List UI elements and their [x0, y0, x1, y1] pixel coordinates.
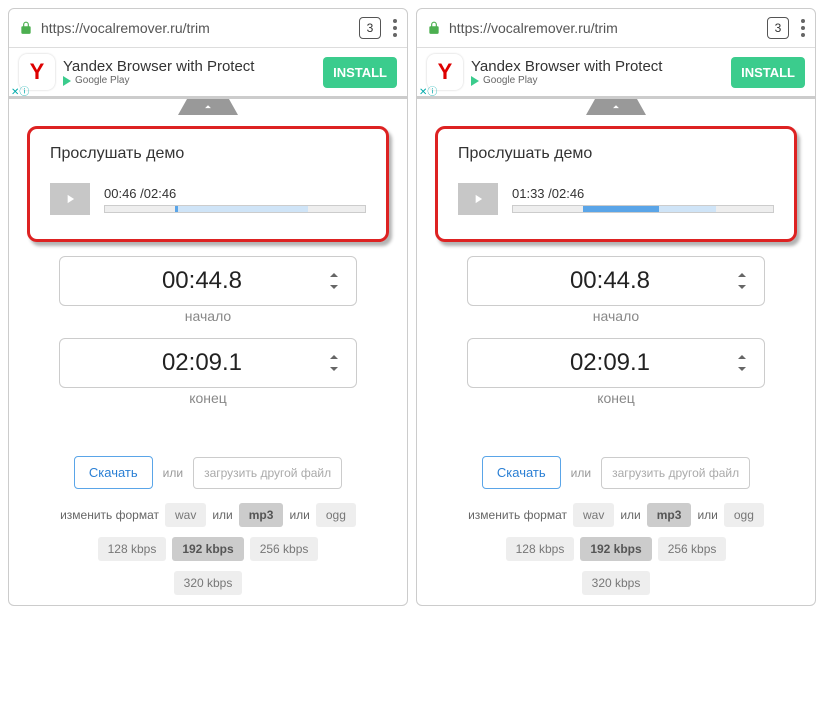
phone-right: https://vocalremover.ru/trim 3 Y Yandex …: [416, 8, 816, 606]
format-row: изменить формат wav или mp3 или ogg: [417, 503, 815, 527]
play-store-icon: [63, 76, 71, 86]
actions-row: Скачать или загрузить другой файл: [9, 456, 407, 489]
format-wav[interactable]: wav: [165, 503, 206, 527]
tab-count[interactable]: 3: [767, 17, 789, 39]
start-value[interactable]: 00:44.8: [484, 267, 736, 295]
demo-player-card: Прослушать демо 00:46 /02:46: [27, 126, 389, 242]
ad-store: Google Play: [63, 75, 323, 86]
url-bar[interactable]: https://vocalremover.ru/trim 3: [9, 9, 407, 48]
ad-title: Yandex Browser with Protect: [63, 58, 323, 75]
bitrate-192[interactable]: 192 kbps: [580, 537, 651, 561]
url-bar[interactable]: https://vocalremover.ru/trim 3: [417, 9, 815, 48]
end-stepper: 02:09.1 конец: [59, 338, 357, 406]
play-icon: [471, 192, 485, 206]
bitrate-192[interactable]: 192 kbps: [172, 537, 243, 561]
chevron-up-icon[interactable]: [328, 271, 340, 279]
upload-button[interactable]: загрузить другой файл: [193, 457, 342, 489]
tab-count[interactable]: 3: [359, 17, 381, 39]
chevron-down-icon[interactable]: [328, 365, 340, 373]
bitrate-128[interactable]: 128 kbps: [506, 537, 575, 561]
ad-store: Google Play: [471, 75, 731, 86]
format-mp3[interactable]: mp3: [647, 503, 692, 527]
play-icon: [63, 192, 77, 206]
progress-fill: [175, 206, 178, 212]
play-button[interactable]: [458, 183, 498, 215]
playback-time: 01:33 /02:46: [512, 186, 774, 201]
chevron-up-icon[interactable]: [328, 353, 340, 361]
chevron-down-icon[interactable]: [736, 365, 748, 373]
bitrate-row: 128 kbps 192 kbps 256 kbps: [9, 537, 407, 561]
url-text: https://vocalremover.ru/trim: [41, 20, 351, 36]
format-ogg[interactable]: ogg: [724, 503, 764, 527]
menu-icon[interactable]: [801, 19, 805, 37]
start-stepper: 00:44.8 начало: [467, 256, 765, 324]
install-button[interactable]: INSTALL: [731, 57, 805, 88]
end-value[interactable]: 02:09.1: [76, 349, 328, 377]
chevron-down-icon[interactable]: [328, 283, 340, 291]
progress-bar[interactable]: [512, 205, 774, 213]
format-mp3[interactable]: mp3: [239, 503, 284, 527]
ad-banner[interactable]: Y Yandex Browser with Protect Google Pla…: [417, 48, 815, 99]
format-ogg[interactable]: ogg: [316, 503, 356, 527]
install-button[interactable]: INSTALL: [323, 57, 397, 88]
bitrate-128[interactable]: 128 kbps: [98, 537, 167, 561]
end-label: конец: [59, 390, 357, 406]
demo-player-card: Прослушать демо 01:33 /02:46: [435, 126, 797, 242]
bitrate-row: 128 kbps 192 kbps 256 kbps: [417, 537, 815, 561]
start-label: начало: [467, 308, 765, 324]
download-button[interactable]: Скачать: [74, 456, 153, 489]
bitrate-320[interactable]: 320 kbps: [582, 571, 651, 595]
actions-row: Скачать или загрузить другой файл: [417, 456, 815, 489]
start-label: начало: [59, 308, 357, 324]
download-button[interactable]: Скачать: [482, 456, 561, 489]
playback-time: 00:46 /02:46: [104, 186, 366, 201]
url-text: https://vocalremover.ru/trim: [449, 20, 759, 36]
ad-banner[interactable]: Y Yandex Browser with Protect Google Pla…: [9, 48, 407, 99]
chevron-up-icon: [609, 100, 623, 114]
end-value[interactable]: 02:09.1: [484, 349, 736, 377]
trim-range: [175, 206, 308, 212]
bitrate-256[interactable]: 256 kbps: [658, 537, 727, 561]
phone-left: https://vocalremover.ru/trim 3 Y Yandex …: [8, 8, 408, 606]
end-label: конец: [467, 390, 765, 406]
progress-fill: [583, 206, 658, 212]
bitrate-320[interactable]: 320 kbps: [174, 571, 243, 595]
chevron-down-icon[interactable]: [736, 283, 748, 291]
lock-icon: [19, 21, 33, 35]
progress-bar[interactable]: [104, 205, 366, 213]
demo-title: Прослушать демо: [458, 145, 774, 163]
play-button[interactable]: [50, 183, 90, 215]
menu-icon[interactable]: [393, 19, 397, 37]
ad-info-icon[interactable]: ✕ⓘ: [419, 83, 437, 98]
end-stepper: 02:09.1 конец: [467, 338, 765, 406]
chevron-up-icon[interactable]: [736, 353, 748, 361]
upload-button[interactable]: загрузить другой файл: [601, 457, 750, 489]
ad-info-icon[interactable]: ✕ⓘ: [11, 83, 29, 98]
start-stepper: 00:44.8 начало: [59, 256, 357, 324]
start-value[interactable]: 00:44.8: [76, 267, 328, 295]
bitrate-256[interactable]: 256 kbps: [250, 537, 319, 561]
demo-title: Прослушать демо: [50, 145, 366, 163]
chevron-up-icon[interactable]: [736, 271, 748, 279]
expand-tab[interactable]: [586, 99, 646, 115]
play-store-icon: [471, 76, 479, 86]
ad-title: Yandex Browser with Protect: [471, 58, 731, 75]
format-row: изменить формат wav или mp3 или ogg: [9, 503, 407, 527]
lock-icon: [427, 21, 441, 35]
expand-tab[interactable]: [178, 99, 238, 115]
format-wav[interactable]: wav: [573, 503, 614, 527]
chevron-up-icon: [201, 100, 215, 114]
